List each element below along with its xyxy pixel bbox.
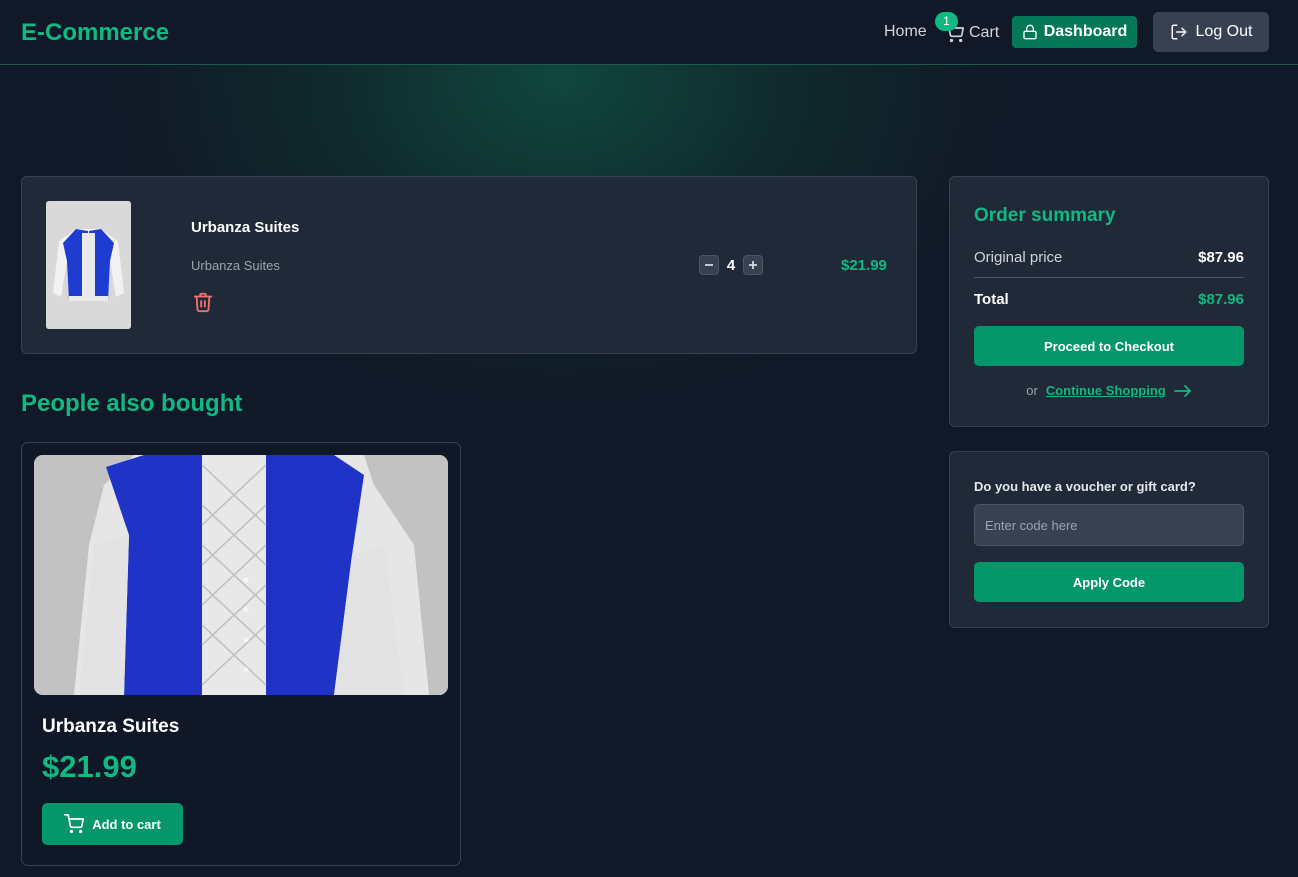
recommended-product-price: $21.99 xyxy=(42,749,137,784)
dashboard-label: Dashboard xyxy=(1043,23,1128,40)
voucher-code-input[interactable] xyxy=(974,504,1244,546)
total-label: Total xyxy=(974,291,1009,308)
remove-item-button[interactable] xyxy=(192,290,214,319)
original-price-value: $87.96 xyxy=(1198,249,1244,266)
continue-shopping-row: or Continue Shopping xyxy=(950,383,1268,398)
original-price-label: Original price xyxy=(974,249,1063,266)
logout-icon xyxy=(1171,24,1187,40)
trash-icon xyxy=(193,292,213,313)
summary-divider xyxy=(974,277,1244,278)
cart-icon xyxy=(64,814,85,834)
cart-item-name: Urbanza Suites xyxy=(191,219,300,236)
quantity-value: 4 xyxy=(726,256,736,274)
recommended-product-name: Urbanza Suites xyxy=(42,716,180,737)
cart-item-description: Urbanza Suites xyxy=(191,258,280,273)
increase-quantity-button[interactable] xyxy=(743,255,763,275)
add-to-cart-button[interactable]: Add to cart xyxy=(42,803,183,845)
original-price-row: Original price $87.96 xyxy=(974,249,1244,266)
top-navbar: E-Commerce Home Cart 1 Dashboard Log Out xyxy=(0,0,1298,65)
total-value: $87.96 xyxy=(1198,291,1244,308)
site-logo[interactable]: E-Commerce xyxy=(21,19,169,47)
plus-icon xyxy=(749,261,757,269)
continue-shopping-label: Continue Shopping xyxy=(1045,383,1166,398)
logout-button[interactable]: Log Out xyxy=(1153,12,1269,52)
quantity-stepper: 4 xyxy=(699,255,763,275)
voucher-label: Do you have a voucher or gift card? xyxy=(974,479,1196,494)
cart-item-price: $21.99 xyxy=(841,257,887,274)
continue-shopping-link[interactable]: Continue Shopping xyxy=(1046,383,1192,398)
cart-count-badge: 1 xyxy=(935,12,958,31)
recommended-product-card: Urbanza Suites $21.99 Add to cart xyxy=(21,442,461,866)
or-label: or xyxy=(1026,383,1038,398)
nav-home-link[interactable]: Home xyxy=(884,23,927,41)
cart-item-card: Urbanza Suites Urbanza Suites 4 $21.99 xyxy=(21,176,917,354)
voucher-card: Do you have a voucher or gift card? Appl… xyxy=(949,451,1269,628)
arrow-right-icon xyxy=(1173,384,1191,397)
apply-code-button[interactable]: Apply Code xyxy=(974,562,1244,602)
product-thumbnail xyxy=(46,201,131,329)
varsity-jacket-image xyxy=(34,455,448,695)
minus-icon xyxy=(705,264,713,266)
logout-label: Log Out xyxy=(1195,23,1253,40)
order-summary-card: Order summary Original price $87.96 Tota… xyxy=(949,176,1269,427)
dashboard-button[interactable]: Dashboard xyxy=(1012,16,1137,48)
recommendations-title: People also bought xyxy=(21,390,243,417)
order-summary-title: Order summary xyxy=(974,205,1116,226)
nav-cart-label: Cart xyxy=(969,24,1000,41)
varsity-jacket-image xyxy=(46,201,131,329)
total-row: Total $87.96 xyxy=(974,291,1244,308)
proceed-to-checkout-button[interactable]: Proceed to Checkout xyxy=(974,326,1244,366)
recommended-product-image[interactable] xyxy=(34,455,448,695)
add-to-cart-label: Add to cart xyxy=(92,816,161,832)
lock-icon xyxy=(1023,24,1037,40)
decrease-quantity-button[interactable] xyxy=(699,255,719,275)
